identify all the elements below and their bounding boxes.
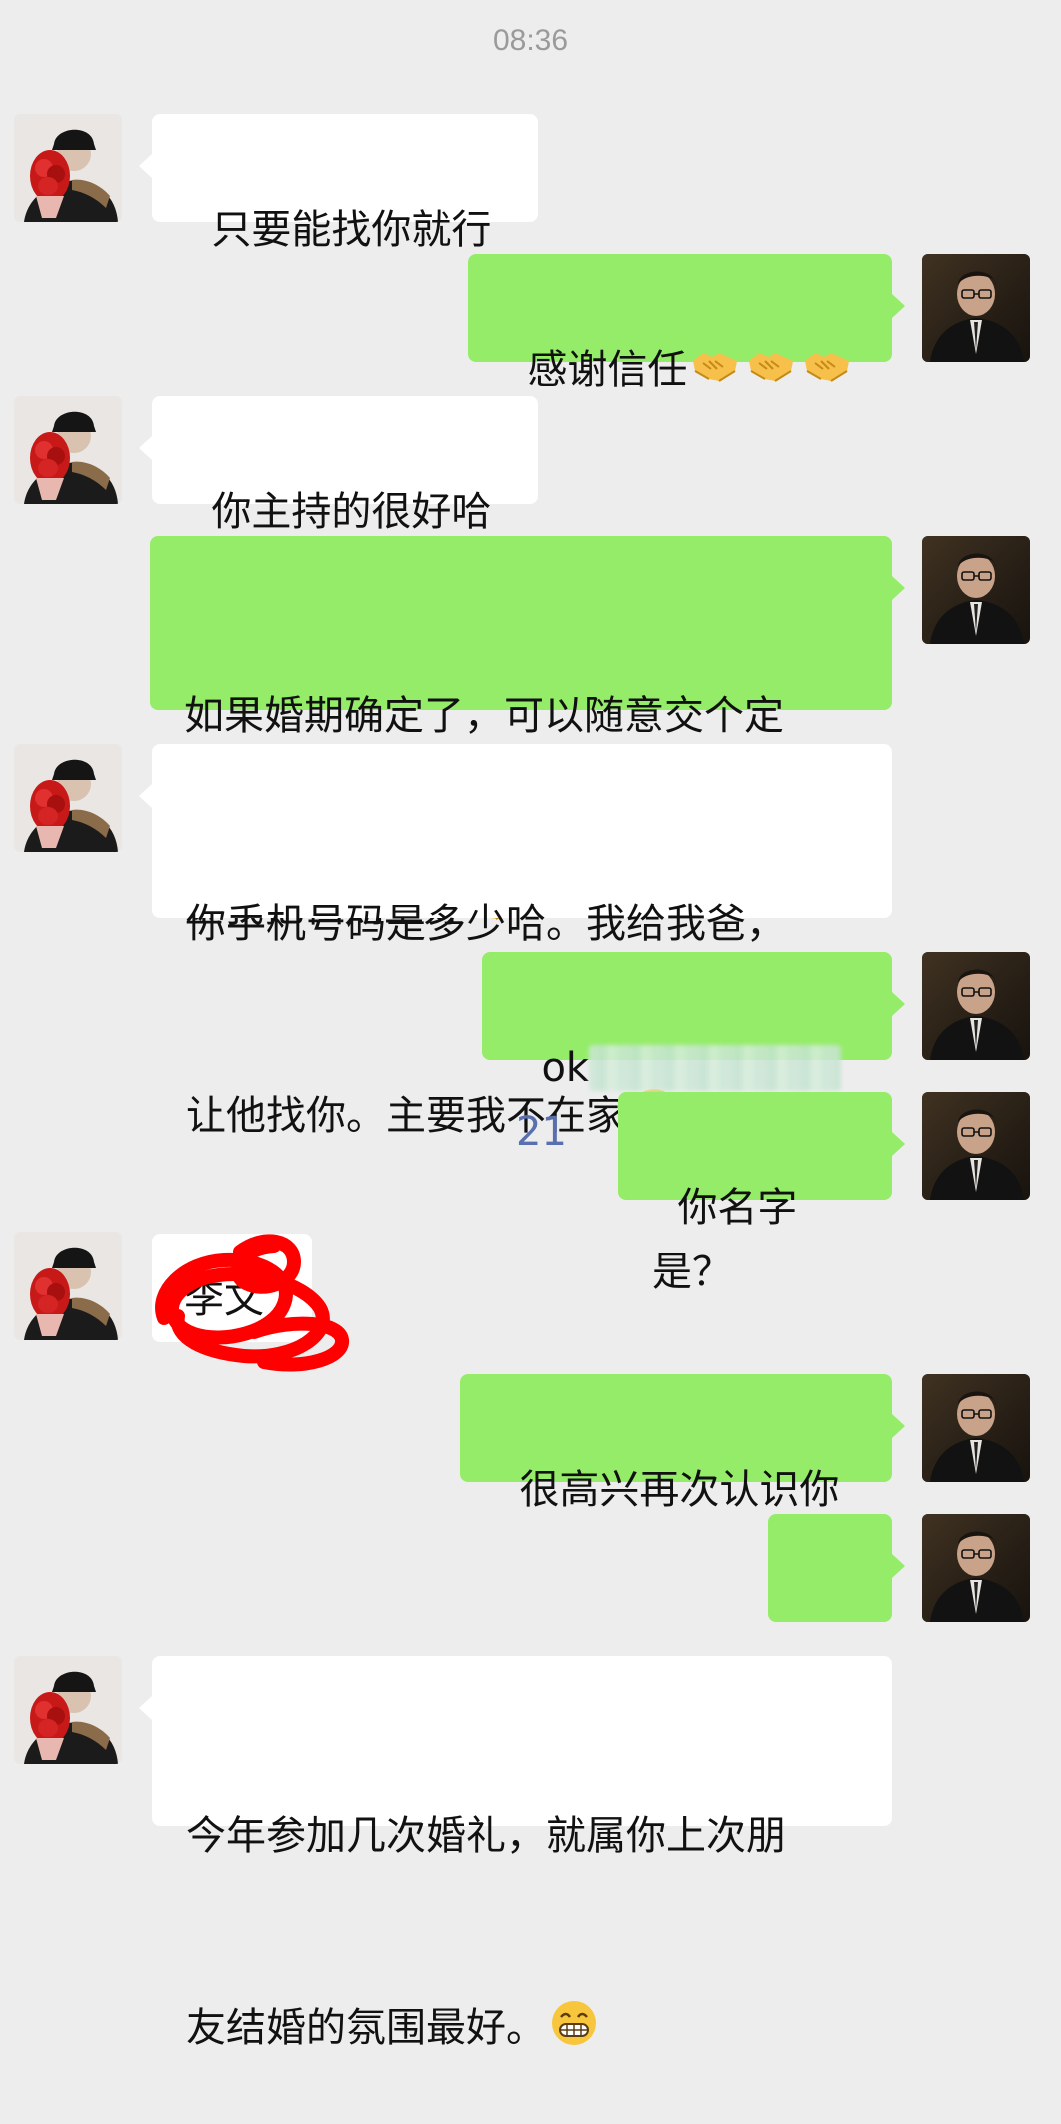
grinning-face-icon [548,1997,600,2049]
phone-number-link[interactable]: 21 [516,1109,567,1155]
message-bubble-outgoing[interactable]: 如果婚期确定了，可以随意交个定 金我把档期上好 [150,536,905,931]
my-avatar[interactable] [922,952,1030,1060]
contact-avatar[interactable] [14,1232,122,1340]
message-text: ok [541,1045,590,1091]
message-bubble-incoming[interactable]: 你手机号码是多少哈。我给我爸， 让他找你。主要我不在家 [139,744,892,1139]
message-bubble-outgoing[interactable]: ok 21 [482,952,905,1155]
handshake-icon [745,339,797,391]
redacted-name-message[interactable]: 李文 [144,1222,354,1372]
message-bubble-outgoing[interactable]: 你名字是？ [618,1092,905,1295]
my-avatar[interactable] [922,254,1030,362]
message-text: 你主持的很好哈 [211,489,492,535]
contact-avatar[interactable] [14,1656,122,1764]
message-bubble-outgoing[interactable] [768,1514,905,1622]
contact-avatar[interactable] [14,114,122,222]
message-text: 很高兴再次认识你 [519,1467,840,1513]
message-text: 感谢信任 [527,347,688,393]
handshake-icon [801,339,853,391]
message-text-line: 你手机号码是多少哈。我给我爸， [186,901,786,947]
contact-avatar[interactable] [14,396,122,504]
message-text-line: 今年参加几次婚礼，就属你上次朋 [186,1813,786,1859]
message-bubble-incoming[interactable]: 你主持的很好哈 [139,396,538,535]
red-scribble-redaction [155,1234,349,1372]
message-text: 你名字是？ [652,1185,798,1295]
handshake-icon [689,339,741,391]
message-bubble-outgoing[interactable]: 感谢信任 [468,254,905,393]
message-text: 只要能找你就行 [211,207,492,253]
redacted-phone-number [589,1045,842,1091]
message-text-line: 友结婚的氛围最好。 [186,2005,546,2051]
message-text-line: 如果婚期确定了，可以随意交个定 [184,693,784,739]
message-bubble-incoming[interactable]: 只要能找你就行 [139,114,538,253]
my-avatar[interactable] [922,1374,1030,1482]
my-avatar[interactable] [922,536,1030,644]
timestamp: 08:36 [492,24,569,57]
message-bubble-incoming[interactable]: 今年参加几次婚礼，就属你上次朋 友结婚的氛围最好。 [139,1656,892,2051]
contact-avatar[interactable] [14,744,122,852]
my-avatar[interactable] [922,1092,1030,1200]
message-bubble-outgoing[interactable]: 很高兴再次认识你 [460,1374,905,1513]
my-avatar[interactable] [922,1514,1030,1622]
